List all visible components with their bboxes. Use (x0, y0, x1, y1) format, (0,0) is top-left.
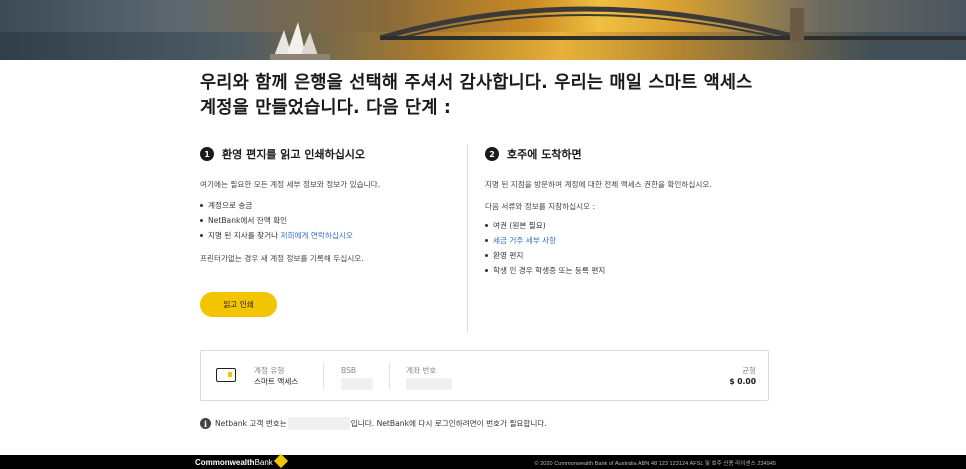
account-type-value: 스마트 액세스 (254, 377, 299, 386)
list-item-text: 지명 된 지사를 찾거나 (208, 231, 281, 240)
bsb-field: BSB (341, 365, 373, 393)
page-title: 우리와 함께 은행을 선택해 주셔서 감사합니다. 우리는 매일 스마트 액세스… (200, 73, 753, 118)
step-1-number-badge: 1 (200, 147, 214, 161)
step-1-note: 프린터가없는 경우 새 계정 정보를 기록해 두십시오. (200, 254, 364, 263)
account-number-redacted (406, 378, 452, 390)
contact-us-link[interactable]: 저희에게 연락하십시오 (281, 231, 353, 240)
balance-value: $ 0.00 (729, 377, 756, 386)
harbour-bridge-graphic (380, 6, 966, 42)
step-2-intro: 지명 된 지점을 방문하여 계정에 대한 전체 액세스 권한을 확인하십시오. (485, 180, 712, 189)
opera-house-graphic (270, 22, 330, 60)
copyright-text: © 2020 Commonwealth Bank of Australia AB… (534, 461, 776, 467)
diamond-logo-icon (273, 453, 289, 469)
list-item: 환영 편지 (485, 248, 785, 263)
list-item: 계정으로 송금 (200, 198, 460, 213)
commbank-logo[interactable]: CommonwealthBank (195, 458, 273, 467)
logo-text-bold: Commonwealth (195, 458, 255, 467)
bsb-value-redacted (341, 378, 373, 390)
customer-number-notice: i Netbank 고객 번호는 입니다. NetBank에 다시 로그인하려면… (200, 417, 547, 430)
tax-residency-link[interactable]: 세금 거주 세부 사항 (493, 236, 556, 245)
step-2-docs-intro: 다음 서류와 정보를 지참하십시오 : (485, 202, 596, 211)
hero-banner (0, 0, 966, 60)
list-item: 학생 인 경우 학생증 또는 등록 편지 (485, 263, 785, 278)
column-divider (467, 145, 468, 333)
card-divider (323, 363, 324, 389)
account-type-field: 계정 유형 스마트 액세스 (254, 365, 298, 387)
info-icon: i (200, 418, 211, 429)
step-2-section: 2 호주에 도착하면 지명 된 지점을 방문하여 계정에 대한 전체 액세스 권… (485, 146, 785, 278)
account-summary-card: 계정 유형 스마트 액세스 BSB 계좌 번호 균형 $ 0.00 (200, 350, 769, 401)
step-2-number-badge: 2 (485, 147, 499, 161)
list-item: 세금 거주 세부 사항 (485, 233, 785, 248)
customer-number-redacted (287, 417, 350, 430)
list-item: NetBank에서 잔액 확인 (200, 213, 460, 228)
step-2-title: 2 호주에 도착하면 (485, 146, 785, 162)
list-item: 지명 된 지사를 찾거나 저희에게 연락하십시오 (200, 228, 460, 243)
notice-text-after: 입니다. NetBank에 다시 로그인하려면이 번호가 필요합니다. (350, 419, 547, 428)
balance-field: 균형 $ 0.00 (729, 365, 756, 387)
read-and-print-button[interactable]: 읽고 인쇄 (200, 292, 277, 317)
logo-text-light: Bank (254, 458, 273, 467)
list-item: 여권 (원본 필요) (485, 218, 785, 233)
card-icon (216, 368, 236, 382)
step-1-title: 1 환영 편지를 읽고 인쇄하십시오 (200, 146, 460, 162)
account-number-label: 계좌 번호 (406, 366, 437, 375)
notice-text-before: Netbank 고객 번호는 (215, 419, 287, 428)
balance-label: 균형 (742, 366, 756, 375)
bsb-label: BSB (341, 366, 357, 375)
card-divider (389, 363, 390, 389)
footer: CommonwealthBank © 2020 Commonwealth Ban… (0, 453, 966, 469)
step-2-list: 여권 (원본 필요) 세금 거주 세부 사항 환영 편지 학생 인 경우 학생증… (485, 218, 785, 278)
step-2-title-text: 호주에 도착하면 (507, 148, 582, 161)
step-1-section: 1 환영 편지를 읽고 인쇄하십시오 여기에는 필요한 모든 계정 세부 정보와… (200, 146, 460, 264)
account-number-field: 계좌 번호 (406, 365, 452, 393)
step-1-title-text: 환영 편지를 읽고 인쇄하십시오 (222, 148, 366, 161)
step-1-intro: 여기에는 필요한 모든 계정 세부 정보와 정보가 있습니다. (200, 180, 380, 189)
account-type-label: 계정 유형 (254, 366, 285, 375)
step-1-list: 계정으로 송금 NetBank에서 잔액 확인 지명 된 지사를 찾거나 저희에… (200, 198, 460, 243)
